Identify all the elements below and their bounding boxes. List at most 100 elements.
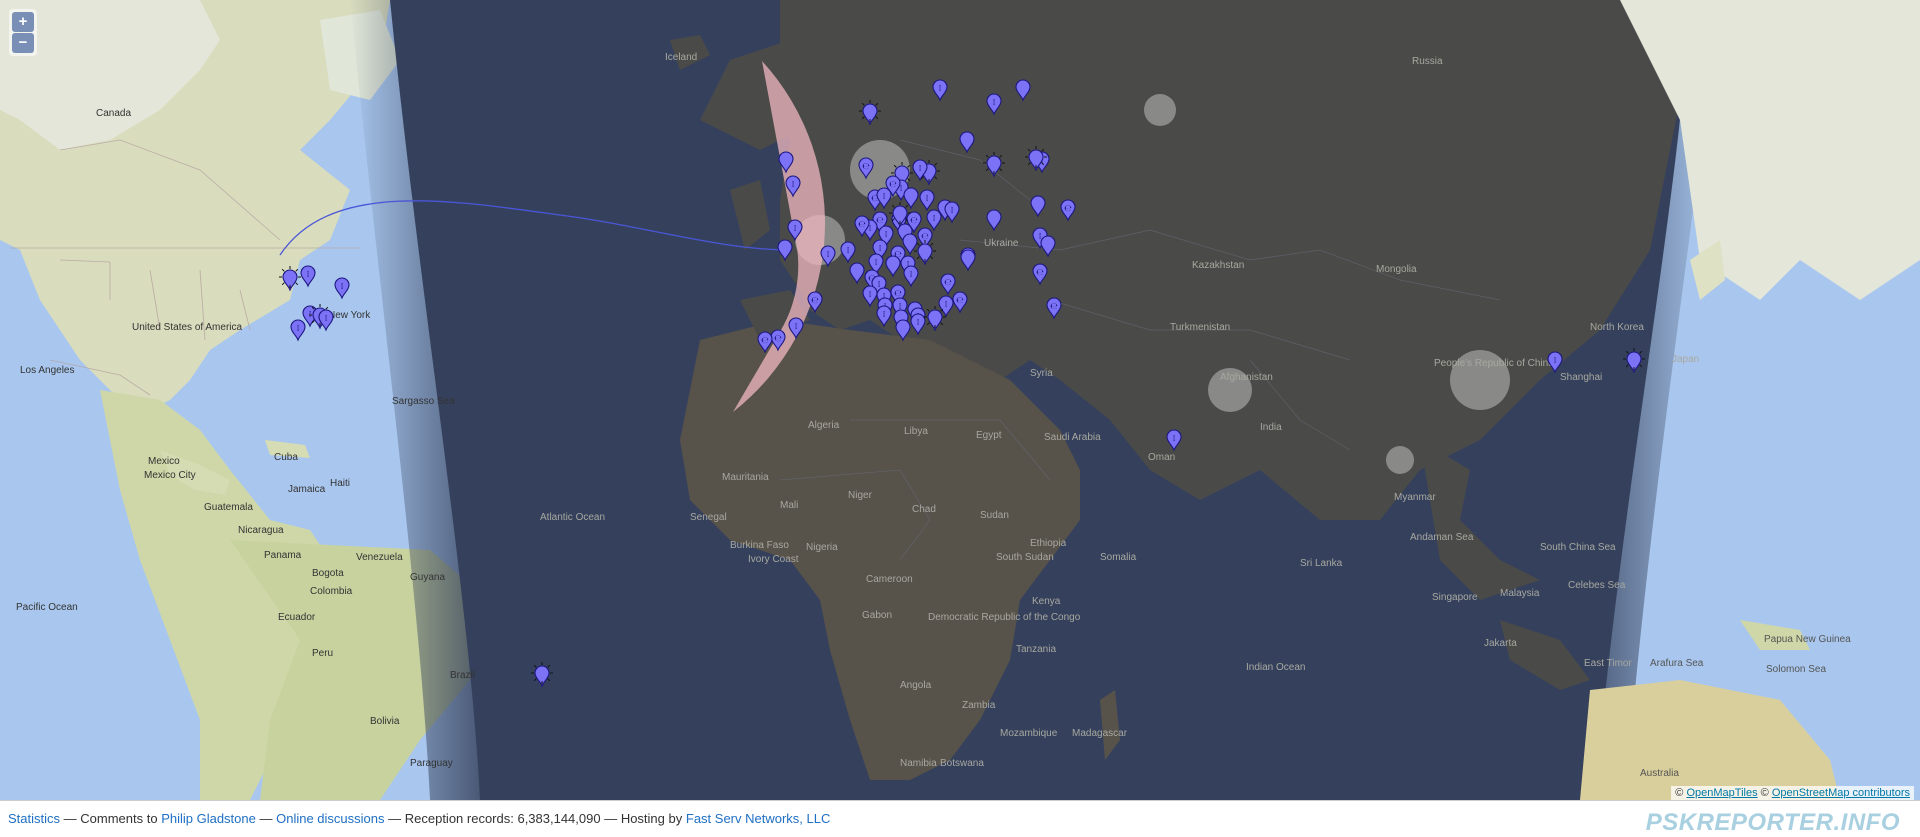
svg-text:Democratic Republic of the Con: Democratic Republic of the Congo bbox=[928, 612, 1081, 623]
separator: — bbox=[259, 811, 273, 826]
statistics-link[interactable]: Statistics bbox=[8, 811, 60, 826]
svg-text:Libya: Libya bbox=[904, 426, 928, 437]
marker-l-glyph-icon: ⁞ bbox=[827, 250, 830, 260]
comments-label: — Comments to bbox=[63, 811, 158, 826]
svg-text:Algeria: Algeria bbox=[808, 420, 840, 431]
hosting-link[interactable]: Fast Serv Networks, LLC bbox=[686, 811, 831, 826]
svg-text:Japan: Japan bbox=[1672, 354, 1699, 365]
marker-l-glyph-icon: ⁞ bbox=[792, 180, 795, 190]
records-text: — Reception records: 6,383,144,090 — Hos… bbox=[388, 811, 683, 826]
svg-text:Ukraine: Ukraine bbox=[984, 238, 1019, 249]
marker-e-glyph-icon: ℮ bbox=[1050, 302, 1058, 312]
svg-text:South Sudan: South Sudan bbox=[996, 552, 1054, 563]
map-view[interactable]: Canada United States of America Los Ange… bbox=[0, 0, 1920, 800]
svg-text:Syria: Syria bbox=[1030, 368, 1053, 379]
marker-l-glyph-icon: ⁞ bbox=[1554, 356, 1557, 366]
svg-text:Somalia: Somalia bbox=[1100, 552, 1137, 563]
marker-l-glyph-icon: ⁞ bbox=[910, 270, 913, 280]
label-mexico-city: Mexico City bbox=[144, 470, 196, 481]
zoom-control: + − bbox=[9, 9, 37, 56]
online-discussions-link[interactable]: Online discussions bbox=[276, 811, 384, 826]
label-mexico: Mexico bbox=[148, 456, 180, 467]
svg-text:Zambia: Zambia bbox=[962, 700, 996, 711]
svg-text:Kazakhstan: Kazakhstan bbox=[1192, 260, 1244, 271]
label-guatemala: Guatemala bbox=[204, 502, 253, 513]
marker-l-glyph-icon: ⁞ bbox=[926, 194, 929, 204]
svg-text:Papua New Guinea: Papua New Guinea bbox=[1764, 634, 1851, 645]
marker-l-glyph-icon: ⁞ bbox=[869, 290, 872, 300]
svg-text:Saudi Arabia: Saudi Arabia bbox=[1044, 432, 1101, 443]
map-canvas: Canada United States of America Los Ange… bbox=[0, 0, 1920, 800]
marker-l-glyph-icon: ⁞ bbox=[885, 230, 888, 240]
svg-text:Australia: Australia bbox=[1640, 768, 1679, 779]
svg-text:Senegal: Senegal bbox=[690, 512, 727, 523]
author-link[interactable]: Philip Gladstone bbox=[161, 811, 256, 826]
marker-e-glyph-icon: ℮ bbox=[774, 334, 782, 344]
label-colombia: Colombia bbox=[310, 586, 353, 597]
svg-text:Andaman Sea: Andaman Sea bbox=[1410, 532, 1474, 543]
svg-text:Ethiopia: Ethiopia bbox=[1030, 538, 1067, 549]
marker-l-glyph-icon: ⁞ bbox=[878, 280, 881, 290]
marker-l-glyph-icon: ⁞ bbox=[325, 314, 328, 324]
svg-text:Mali: Mali bbox=[780, 500, 798, 511]
svg-text:Gabon: Gabon bbox=[862, 610, 892, 621]
marker-l-glyph-icon: ⁞ bbox=[951, 206, 954, 216]
marker-e-glyph-icon: ℮ bbox=[862, 162, 870, 172]
svg-text:North Korea: North Korea bbox=[1590, 322, 1644, 333]
svg-text:Cameroon: Cameroon bbox=[866, 574, 913, 585]
label-usa: United States of America bbox=[132, 322, 242, 333]
marker-l-glyph-icon: ⁞ bbox=[795, 322, 798, 332]
marker-l-glyph-icon: ⁞ bbox=[879, 244, 882, 254]
svg-text:Sri Lanka: Sri Lanka bbox=[1300, 558, 1343, 569]
marker-e-glyph-icon: ℮ bbox=[876, 216, 884, 226]
label-haiti: Haiti bbox=[330, 478, 350, 489]
zoom-in-button[interactable]: + bbox=[12, 12, 34, 32]
label-pacific: Pacific Ocean bbox=[16, 602, 78, 613]
marker-e-glyph-icon: ℮ bbox=[1036, 268, 1044, 278]
label-brazil: Brazil bbox=[450, 670, 475, 681]
marker-l-glyph-icon: ⁞ bbox=[939, 84, 942, 94]
svg-text:Egypt: Egypt bbox=[976, 430, 1002, 441]
marker-e-glyph-icon: ℮ bbox=[889, 180, 897, 190]
svg-text:Mozambique: Mozambique bbox=[1000, 728, 1058, 739]
label-canada: Canada bbox=[96, 108, 131, 119]
svg-text:Ivory Coast: Ivory Coast bbox=[748, 554, 799, 565]
marker-l-glyph-icon: ⁞ bbox=[945, 300, 948, 310]
marker-e-glyph-icon: ℮ bbox=[894, 289, 902, 299]
marker-l-glyph-icon: ⁞ bbox=[883, 310, 886, 320]
label-los-angeles: Los Angeles bbox=[20, 365, 75, 376]
label-ecuador: Ecuador bbox=[278, 612, 316, 623]
svg-text:Turkmenistan: Turkmenistan bbox=[1170, 322, 1230, 333]
svg-text:Sudan: Sudan bbox=[980, 510, 1009, 521]
marker-e-glyph-icon: ℮ bbox=[956, 296, 964, 306]
svg-text:Madagascar: Madagascar bbox=[1072, 728, 1128, 739]
marker-l-glyph-icon: ⁞ bbox=[919, 164, 922, 174]
svg-text:Russia: Russia bbox=[1412, 56, 1443, 67]
osm-link[interactable]: OpenStreetMap contributors bbox=[1772, 787, 1910, 799]
marker-e-glyph-icon: ℮ bbox=[910, 216, 918, 226]
footer: Statistics — Comments to Philip Gladston… bbox=[0, 800, 1920, 837]
label-venezuela: Venezuela bbox=[356, 552, 403, 563]
label-peru: Peru bbox=[312, 648, 333, 659]
marker-e-glyph-icon: ℮ bbox=[811, 296, 819, 306]
svg-text:People's Republic of China: People's Republic of China bbox=[1434, 358, 1554, 369]
svg-text:Angola: Angola bbox=[900, 680, 932, 691]
svg-text:Kenya: Kenya bbox=[1032, 596, 1061, 607]
label-cuba: Cuba bbox=[274, 452, 298, 463]
marker-l-glyph-icon: ⁞ bbox=[917, 318, 920, 328]
marker-l-glyph-icon: ⁞ bbox=[933, 214, 936, 224]
openmaptiles-link[interactable]: OpenMapTiles bbox=[1686, 787, 1757, 799]
svg-text:Indian Ocean: Indian Ocean bbox=[1246, 662, 1306, 673]
label-panama: Panama bbox=[264, 550, 302, 561]
marker-l-glyph-icon: ⁞ bbox=[341, 282, 344, 292]
zoom-out-button[interactable]: − bbox=[12, 33, 34, 53]
map-attribution: © OpenMapTiles © OpenStreetMap contribut… bbox=[1671, 786, 1914, 800]
label-bogota: Bogota bbox=[312, 568, 344, 579]
marker-e-glyph-icon: ℮ bbox=[944, 278, 952, 288]
svg-text:South China Sea: South China Sea bbox=[1540, 542, 1616, 553]
label-paraguay: Paraguay bbox=[410, 758, 453, 769]
svg-text:Solomon Sea: Solomon Sea bbox=[1766, 664, 1826, 675]
svg-text:Malaysia: Malaysia bbox=[1500, 588, 1540, 599]
svg-text:Tanzania: Tanzania bbox=[1016, 644, 1056, 655]
marker-l-glyph-icon: ⁞ bbox=[307, 270, 310, 280]
